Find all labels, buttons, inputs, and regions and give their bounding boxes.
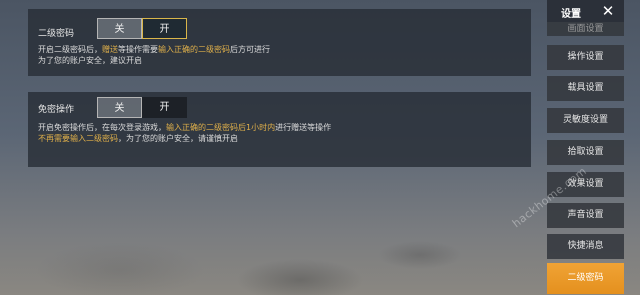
- sidebar-item-pickup[interactable]: 拾取设置: [547, 140, 624, 165]
- password-free-description: 开启免密操作后，在每次登录游戏，输入正确的二级密码后1小时内进行赠送等操作 不再…: [38, 122, 331, 144]
- description-line: 开启二级密码后，赠送等操作需要输入正确的二级密码后方可进行: [38, 44, 270, 55]
- secondary-password-on-option[interactable]: 开: [142, 18, 187, 39]
- description-highlight: 输入正确的二级密码后1小时内: [166, 123, 276, 132]
- description-text: 进行赠送等操作: [275, 123, 332, 132]
- password-free-on-option[interactable]: 开: [142, 97, 187, 118]
- sidebar-header: 设置 ✕: [547, 0, 624, 22]
- description-line: 开启免密操作后，在每次登录游戏，输入正确的二级密码后1小时内进行赠送等操作: [38, 122, 331, 133]
- description-line: 不再需要输入二级密码，为了您的账户安全，请谨慎开启: [38, 133, 331, 144]
- secondary-password-off-option[interactable]: 关: [97, 18, 142, 39]
- description-highlight: 不再需要输入二级密码: [38, 134, 118, 143]
- sidebar-title: 设置: [561, 9, 581, 20]
- description-highlight: 赠送: [102, 45, 118, 54]
- description-text: 开启免密操作后，在每次登录游戏，: [38, 123, 166, 132]
- description-highlight: 输入正确的二级密码: [158, 45, 230, 54]
- description-text: ，为了您的账户安全，请谨慎开启: [118, 134, 238, 143]
- description-text: 后方可进行: [230, 45, 270, 54]
- sidebar-item-secondary-password[interactable]: 二级密码: [547, 263, 624, 294]
- sidebar-item-controls[interactable]: 操作设置: [547, 45, 624, 70]
- description-text: 为了您的账户安全，建议开启: [38, 56, 142, 65]
- password-free-toggle: 关 开: [97, 97, 187, 118]
- password-free-off-option[interactable]: 关: [97, 97, 142, 118]
- description-line: 为了您的账户安全，建议开启: [38, 55, 270, 66]
- secondary-password-toggle: 关 开: [97, 18, 187, 39]
- secondary-password-description: 开启二级密码后，赠送等操作需要输入正确的二级密码后方可进行 为了您的账户安全，建…: [38, 44, 270, 66]
- sidebar-item-vehicles[interactable]: 载具设置: [547, 76, 624, 101]
- sidebar-item-display-settings[interactable]: 画面设置: [547, 22, 624, 36]
- description-text: 开启二级密码后，: [38, 45, 102, 54]
- secondary-password-label: 二级密码: [38, 29, 75, 39]
- sidebar-item-sensitivity[interactable]: 灵敏度设置: [547, 108, 624, 133]
- close-icon[interactable]: ✕: [598, 1, 618, 21]
- sidebar-item-sound[interactable]: 声音设置: [547, 203, 624, 228]
- secondary-password-panel: 二级密码 关 开 开启二级密码后，赠送等操作需要输入正确的二级密码后方可进行 为…: [28, 9, 531, 76]
- password-free-label: 免密操作: [38, 105, 75, 115]
- sidebar-item-quick-messages[interactable]: 快捷消息: [547, 234, 624, 259]
- description-text: 等操作需要: [118, 45, 158, 54]
- password-free-panel: 免密操作 关 开 开启免密操作后，在每次登录游戏，输入正确的二级密码后1小时内进…: [28, 92, 531, 167]
